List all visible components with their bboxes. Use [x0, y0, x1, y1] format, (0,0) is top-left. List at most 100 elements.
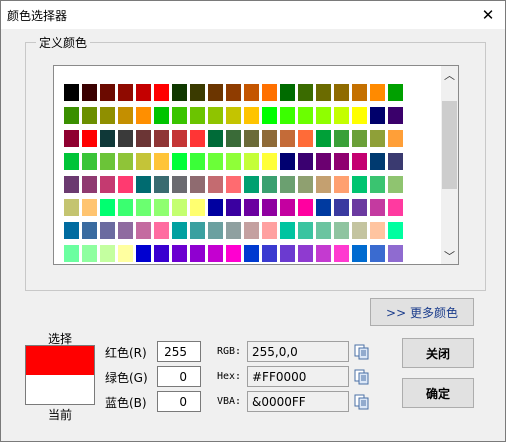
color-swatch[interactable]	[100, 245, 115, 262]
blue-input[interactable]: 0	[157, 391, 201, 412]
color-swatch[interactable]	[154, 222, 169, 239]
color-swatch[interactable]	[64, 176, 79, 193]
color-swatch[interactable]	[244, 176, 259, 193]
color-swatch[interactable]	[280, 199, 295, 216]
color-swatch[interactable]	[172, 84, 187, 101]
color-swatch[interactable]	[172, 107, 187, 124]
color-swatch[interactable]	[190, 222, 205, 239]
color-swatch[interactable]	[82, 245, 97, 262]
color-swatch[interactable]	[100, 84, 115, 101]
copy-icon[interactable]	[354, 394, 370, 410]
color-swatch[interactable]	[316, 222, 331, 239]
color-swatch[interactable]	[388, 199, 403, 216]
color-swatch[interactable]	[190, 107, 205, 124]
color-swatch[interactable]	[136, 153, 151, 170]
color-swatch[interactable]	[154, 153, 169, 170]
color-swatch[interactable]	[190, 245, 205, 262]
color-swatch[interactable]	[136, 107, 151, 124]
color-swatch[interactable]	[298, 222, 313, 239]
color-swatch[interactable]	[136, 222, 151, 239]
color-swatch[interactable]	[244, 199, 259, 216]
color-swatch[interactable]	[154, 130, 169, 147]
copy-icon[interactable]	[354, 344, 370, 360]
color-swatch[interactable]	[334, 176, 349, 193]
scroll-down-icon[interactable]: ﹀	[441, 247, 458, 264]
color-swatch[interactable]	[370, 130, 385, 147]
color-swatch[interactable]	[136, 84, 151, 101]
color-swatch[interactable]	[388, 245, 403, 262]
color-swatch[interactable]	[64, 199, 79, 216]
color-swatch[interactable]	[82, 176, 97, 193]
color-swatch[interactable]	[172, 153, 187, 170]
color-swatch[interactable]	[262, 84, 277, 101]
color-swatch[interactable]	[316, 176, 331, 193]
color-swatch[interactable]	[370, 176, 385, 193]
color-swatch[interactable]	[262, 199, 277, 216]
color-swatch[interactable]	[118, 107, 133, 124]
color-swatch[interactable]	[136, 199, 151, 216]
color-swatch[interactable]	[316, 84, 331, 101]
color-swatch[interactable]	[298, 245, 313, 262]
color-swatch[interactable]	[64, 222, 79, 239]
color-swatch[interactable]	[82, 130, 97, 147]
color-swatch[interactable]	[226, 107, 241, 124]
color-swatch[interactable]	[280, 153, 295, 170]
close-button[interactable]: 关闭	[402, 338, 474, 368]
color-swatch[interactable]	[388, 153, 403, 170]
color-swatch[interactable]	[154, 107, 169, 124]
color-swatch[interactable]	[316, 199, 331, 216]
color-swatch[interactable]	[100, 199, 115, 216]
color-swatch[interactable]	[118, 84, 133, 101]
color-swatch[interactable]	[118, 222, 133, 239]
color-swatch[interactable]	[154, 199, 169, 216]
color-swatch[interactable]	[64, 153, 79, 170]
color-swatch[interactable]	[208, 245, 223, 262]
color-swatch[interactable]	[298, 176, 313, 193]
color-swatch[interactable]	[100, 222, 115, 239]
color-swatch[interactable]	[334, 153, 349, 170]
color-swatch[interactable]	[226, 84, 241, 101]
copy-icon[interactable]	[354, 369, 370, 385]
color-swatch[interactable]	[352, 153, 367, 170]
color-swatch[interactable]	[334, 199, 349, 216]
color-swatch[interactable]	[226, 130, 241, 147]
color-swatch[interactable]	[370, 222, 385, 239]
color-swatch[interactable]	[352, 245, 367, 262]
color-swatch[interactable]	[370, 153, 385, 170]
color-swatch[interactable]	[298, 199, 313, 216]
color-swatch[interactable]	[262, 222, 277, 239]
color-swatch[interactable]	[244, 84, 259, 101]
color-swatch[interactable]	[226, 222, 241, 239]
color-swatch[interactable]	[244, 222, 259, 239]
color-swatch[interactable]	[118, 245, 133, 262]
color-swatch[interactable]	[100, 107, 115, 124]
color-swatch[interactable]	[298, 107, 313, 124]
color-swatch[interactable]	[370, 245, 385, 262]
palette-scrollbar[interactable]: ︿ ﹀	[441, 66, 458, 264]
color-swatch[interactable]	[280, 84, 295, 101]
color-swatch[interactable]	[100, 130, 115, 147]
color-swatch[interactable]	[316, 153, 331, 170]
color-swatch[interactable]	[208, 222, 223, 239]
color-swatch[interactable]	[244, 153, 259, 170]
color-swatch[interactable]	[370, 107, 385, 124]
vba-code-field[interactable]: &0000FF	[247, 391, 349, 412]
color-swatch[interactable]	[316, 130, 331, 147]
color-swatch[interactable]	[298, 153, 313, 170]
color-swatch[interactable]	[64, 84, 79, 101]
green-input[interactable]: 0	[157, 366, 201, 387]
color-swatch[interactable]	[316, 245, 331, 262]
color-swatch[interactable]	[118, 176, 133, 193]
color-swatch[interactable]	[370, 199, 385, 216]
color-swatch[interactable]	[244, 107, 259, 124]
ok-button[interactable]: 确定	[402, 378, 474, 408]
color-swatch[interactable]	[136, 130, 151, 147]
scroll-up-icon[interactable]: ︿	[441, 66, 458, 83]
hex-code-field[interactable]: #FF0000	[247, 366, 349, 387]
color-swatch[interactable]	[352, 84, 367, 101]
color-swatch[interactable]	[352, 176, 367, 193]
color-swatch[interactable]	[82, 107, 97, 124]
color-swatch[interactable]	[208, 107, 223, 124]
color-swatch[interactable]	[298, 84, 313, 101]
color-swatch[interactable]	[64, 107, 79, 124]
